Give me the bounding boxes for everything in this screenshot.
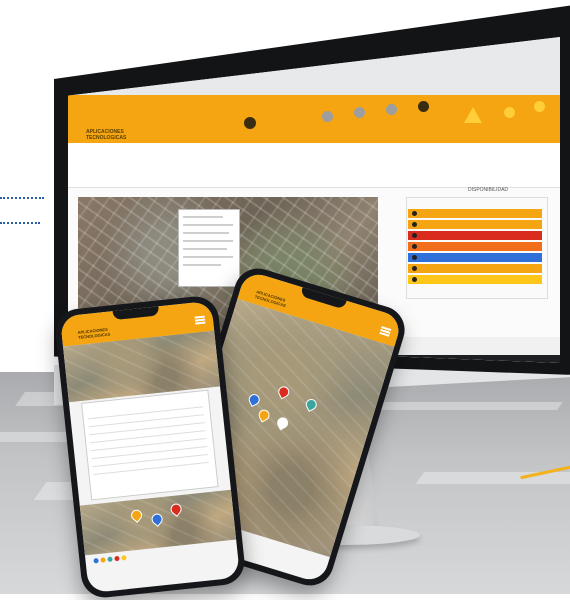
panel-title: DISPONIBILIDAD bbox=[468, 187, 509, 193]
availability-row[interactable] bbox=[408, 209, 542, 218]
status-dot-icon bbox=[412, 222, 417, 227]
logo-line-2: TECNOLOGICAS bbox=[86, 135, 127, 141]
app-subbar bbox=[68, 143, 560, 188]
decorative-dotted-line bbox=[0, 197, 44, 199]
tool-icon[interactable] bbox=[322, 111, 333, 122]
tool-icon[interactable] bbox=[354, 107, 365, 118]
status-dot-icon bbox=[412, 211, 417, 216]
status-dot-icon bbox=[412, 277, 417, 282]
sound-icon[interactable] bbox=[534, 101, 545, 112]
status-dot-icon bbox=[412, 244, 417, 249]
map-info-popup bbox=[178, 209, 240, 287]
user-avatar-icon[interactable] bbox=[244, 117, 256, 129]
status-dot-icon bbox=[412, 255, 417, 260]
availability-row[interactable] bbox=[408, 275, 542, 284]
info-card bbox=[81, 389, 219, 501]
availability-row[interactable] bbox=[408, 220, 542, 229]
decorative-dotted-line bbox=[0, 222, 40, 224]
availability-row[interactable] bbox=[408, 242, 542, 251]
status-dot-icon bbox=[412, 266, 417, 271]
phone-left-screen: APLICACIONES TECNOLOGICAS bbox=[59, 300, 241, 594]
availability-row[interactable] bbox=[408, 231, 542, 240]
hamburger-menu-icon[interactable] bbox=[194, 315, 206, 325]
availability-row[interactable] bbox=[408, 264, 542, 273]
tool-icon[interactable] bbox=[386, 104, 397, 115]
app-logo[interactable]: APLICACIONES TECNOLOGICAS bbox=[86, 129, 146, 143]
tool-icon[interactable] bbox=[418, 101, 429, 112]
message-icon[interactable] bbox=[504, 107, 515, 118]
availability-row[interactable] bbox=[408, 253, 542, 262]
phone-left: APLICACIONES TECNOLOGICAS bbox=[53, 294, 247, 600]
status-dot-icon bbox=[412, 233, 417, 238]
alert-icon[interactable] bbox=[464, 107, 482, 123]
